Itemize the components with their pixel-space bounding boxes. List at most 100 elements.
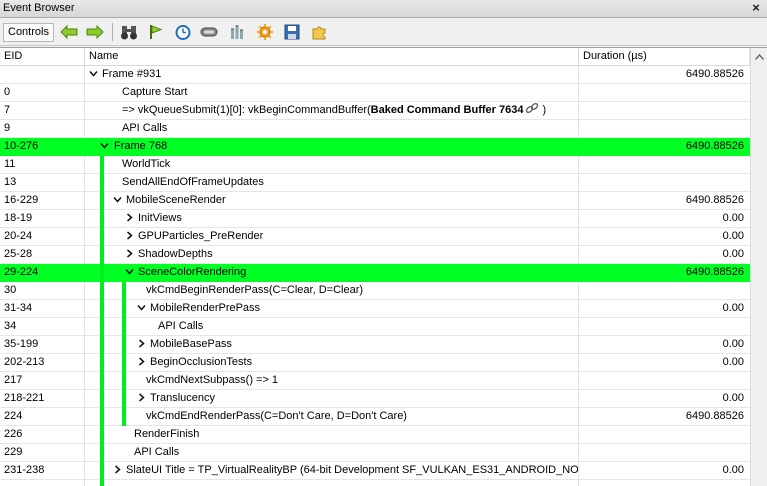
- columns-icon[interactable]: [226, 22, 248, 42]
- event-eid: [0, 480, 85, 486]
- event-name: RenderFinish: [134, 426, 199, 443]
- settings-gear-icon[interactable]: [254, 22, 276, 42]
- column-header-duration[interactable]: Duration (µs): [579, 48, 750, 66]
- event-tree[interactable]: EID Name Duration (µs) Frame #931 6490.88…: [0, 47, 767, 486]
- event-name: Capture Start: [122, 84, 187, 101]
- column-header-eid[interactable]: EID: [0, 48, 85, 66]
- event-row[interactable]: 226 RenderFinish: [0, 426, 750, 444]
- event-row[interactable]: 13 SendAllEndOfFrameUpdates: [0, 174, 750, 192]
- event-row[interactable]: 18-19 InitViews 0.00: [0, 210, 750, 228]
- close-icon[interactable]: ×: [749, 1, 763, 15]
- event-row[interactable]: 35-199 MobileBasePass 0.00: [0, 336, 750, 354]
- column-header-name[interactable]: Name: [85, 48, 579, 66]
- event-name-text: SendAllEndOfFrameUpdates: [122, 176, 264, 188]
- event-name-cell: Translucency: [85, 390, 579, 408]
- forward-arrow-icon[interactable]: [84, 22, 106, 42]
- event-eid: 20-24: [0, 228, 85, 246]
- event-name: InitViews: [138, 210, 182, 227]
- event-name-text: WorldTick: [122, 158, 171, 170]
- event-name: vkCmdEndRenderPass(C=Don't Care, D=Don't…: [146, 408, 407, 425]
- event-duration: 0.00: [722, 392, 744, 404]
- event-duration: 6490.88526: [685, 140, 744, 152]
- event-name-cell: InitViews: [85, 210, 579, 228]
- event-name-cell: BeginOcclusionTests: [85, 354, 579, 372]
- event-name: API Calls: [134, 444, 179, 461]
- chevron-right-icon[interactable]: [137, 336, 146, 353]
- event-eid: 30: [0, 282, 85, 300]
- timer-clock-icon[interactable]: [172, 22, 194, 42]
- event-eid: 9: [0, 120, 85, 138]
- event-row[interactable]: 30 vkCmdBeginRenderPass(C=Clear, D=Clear): [0, 282, 750, 300]
- event-row[interactable]: 34 API Calls: [0, 318, 750, 336]
- chevron-right-icon[interactable]: [137, 354, 146, 371]
- event-row[interactable]: 224 vkCmdEndRenderPass(C=Don't Care, D=Do…: [0, 408, 750, 426]
- event-name: Frame 768: [114, 138, 167, 155]
- event-name-cell: => vkQueueSubmit(1)[0]: vkBeginCommandBu…: [85, 102, 579, 120]
- event-row[interactable]: Frame #931 6490.88526: [0, 66, 750, 84]
- event-name-text: API Calls: [122, 122, 168, 134]
- bookmark-flag-icon[interactable]: [144, 22, 166, 42]
- link-icon[interactable]: [523, 102, 539, 116]
- event-row[interactable]: 218-221 Translucency 0.00: [0, 390, 750, 408]
- event-name-cell: SceneColorRendering: [85, 264, 579, 282]
- event-row[interactable]: 0 Capture Start: [0, 84, 750, 102]
- event-name: MobileSceneRender: [126, 192, 226, 209]
- chevron-right-icon[interactable]: [125, 228, 134, 245]
- chevron-right-icon[interactable]: [125, 210, 134, 227]
- event-name: BeginOcclusionTests: [150, 354, 252, 371]
- puzzle-icon[interactable]: [308, 22, 330, 42]
- event-name-text: RenderFinish: [134, 428, 200, 440]
- event-name: API Calls: [158, 318, 203, 335]
- event-name: Translucency: [150, 390, 215, 407]
- event-row[interactable]: 31-34 MobileRenderPrePass 0.00: [0, 300, 750, 318]
- chevron-down-icon[interactable]: [89, 66, 98, 83]
- frame-marker-line: [100, 156, 104, 486]
- event-row[interactable]: 10-276 Frame 768 6490.88526: [0, 138, 750, 156]
- event-row[interactable]: 29-224 SceneColorRendering 6490.88526: [0, 264, 750, 282]
- event-row[interactable]: 20-24 GPUParticles_PreRender 0.00: [0, 228, 750, 246]
- event-duration: 6490.88526: [685, 266, 744, 278]
- scroll-up-icon[interactable]: [750, 48, 767, 66]
- event-row[interactable]: 217 vkCmdNextSubpass() => 1: [0, 372, 750, 390]
- vertical-scrollbar[interactable]: [750, 66, 767, 486]
- event-eid: 18-19: [0, 210, 85, 228]
- event-name-text: => vkQueueSubmit(1)[0]: vkBeginCommandBu…: [122, 104, 371, 116]
- chevron-right-icon[interactable]: [125, 246, 134, 263]
- event-name-text: ShadowDepths: [138, 248, 213, 260]
- event-row[interactable]: 229 API Calls: [0, 444, 750, 462]
- event-duration: [579, 318, 750, 336]
- event-row[interactable]: 202-213 BeginOcclusionTests 0.00: [0, 354, 750, 372]
- event-name-cell: SendAllEndOfFrameUpdates: [85, 174, 579, 192]
- event-name-text: InitViews: [138, 212, 182, 224]
- back-arrow-icon[interactable]: [58, 22, 80, 42]
- binoculars-find-icon[interactable]: [118, 22, 140, 42]
- event-row[interactable]: 7 => vkQueueSubmit(1)[0]: vkBeginCommandB…: [0, 102, 750, 120]
- event-row[interactable]: 11 WorldTick: [0, 156, 750, 174]
- collapse-pill-icon[interactable]: [198, 22, 220, 42]
- event-name-text: GPUParticles_PreRender: [138, 230, 264, 242]
- chevron-right-icon[interactable]: [113, 462, 122, 479]
- save-disk-icon[interactable]: [281, 22, 303, 42]
- event-duration: [579, 372, 750, 390]
- chevron-down-icon[interactable]: [100, 138, 109, 155]
- event-name: GPUParticles_PreRender: [138, 228, 263, 245]
- chevron-down-icon[interactable]: [125, 264, 134, 281]
- event-name-cell: MobileBasePass: [85, 336, 579, 354]
- chevron-right-icon[interactable]: [137, 390, 146, 407]
- event-row[interactable]: 16-229 MobileSceneRender 6490.88526: [0, 192, 750, 210]
- event-eid: 202-213: [0, 354, 85, 372]
- chevron-down-icon[interactable]: [137, 300, 146, 317]
- event-name-cell: MobileSceneRender: [85, 192, 579, 210]
- event-row[interactable]: 9 API Calls: [0, 120, 750, 138]
- event-row[interactable]: 231-238 SlateUI Title = TP_VirtualReality…: [0, 462, 750, 480]
- event-name-cell: API Calls: [85, 444, 579, 462]
- event-row[interactable]: 25-28 ShadowDepths 0.00: [0, 246, 750, 264]
- command-buffer-name: Baked Command Buffer 7634: [370, 104, 524, 116]
- event-duration: 0.00: [722, 356, 744, 368]
- event-row[interactable]: [0, 480, 750, 486]
- event-duration: [579, 174, 750, 192]
- event-eid: 25-28: [0, 246, 85, 264]
- chevron-down-icon[interactable]: [113, 192, 122, 209]
- event-name-text: SceneColorRendering: [138, 266, 247, 278]
- event-duration: [579, 444, 750, 462]
